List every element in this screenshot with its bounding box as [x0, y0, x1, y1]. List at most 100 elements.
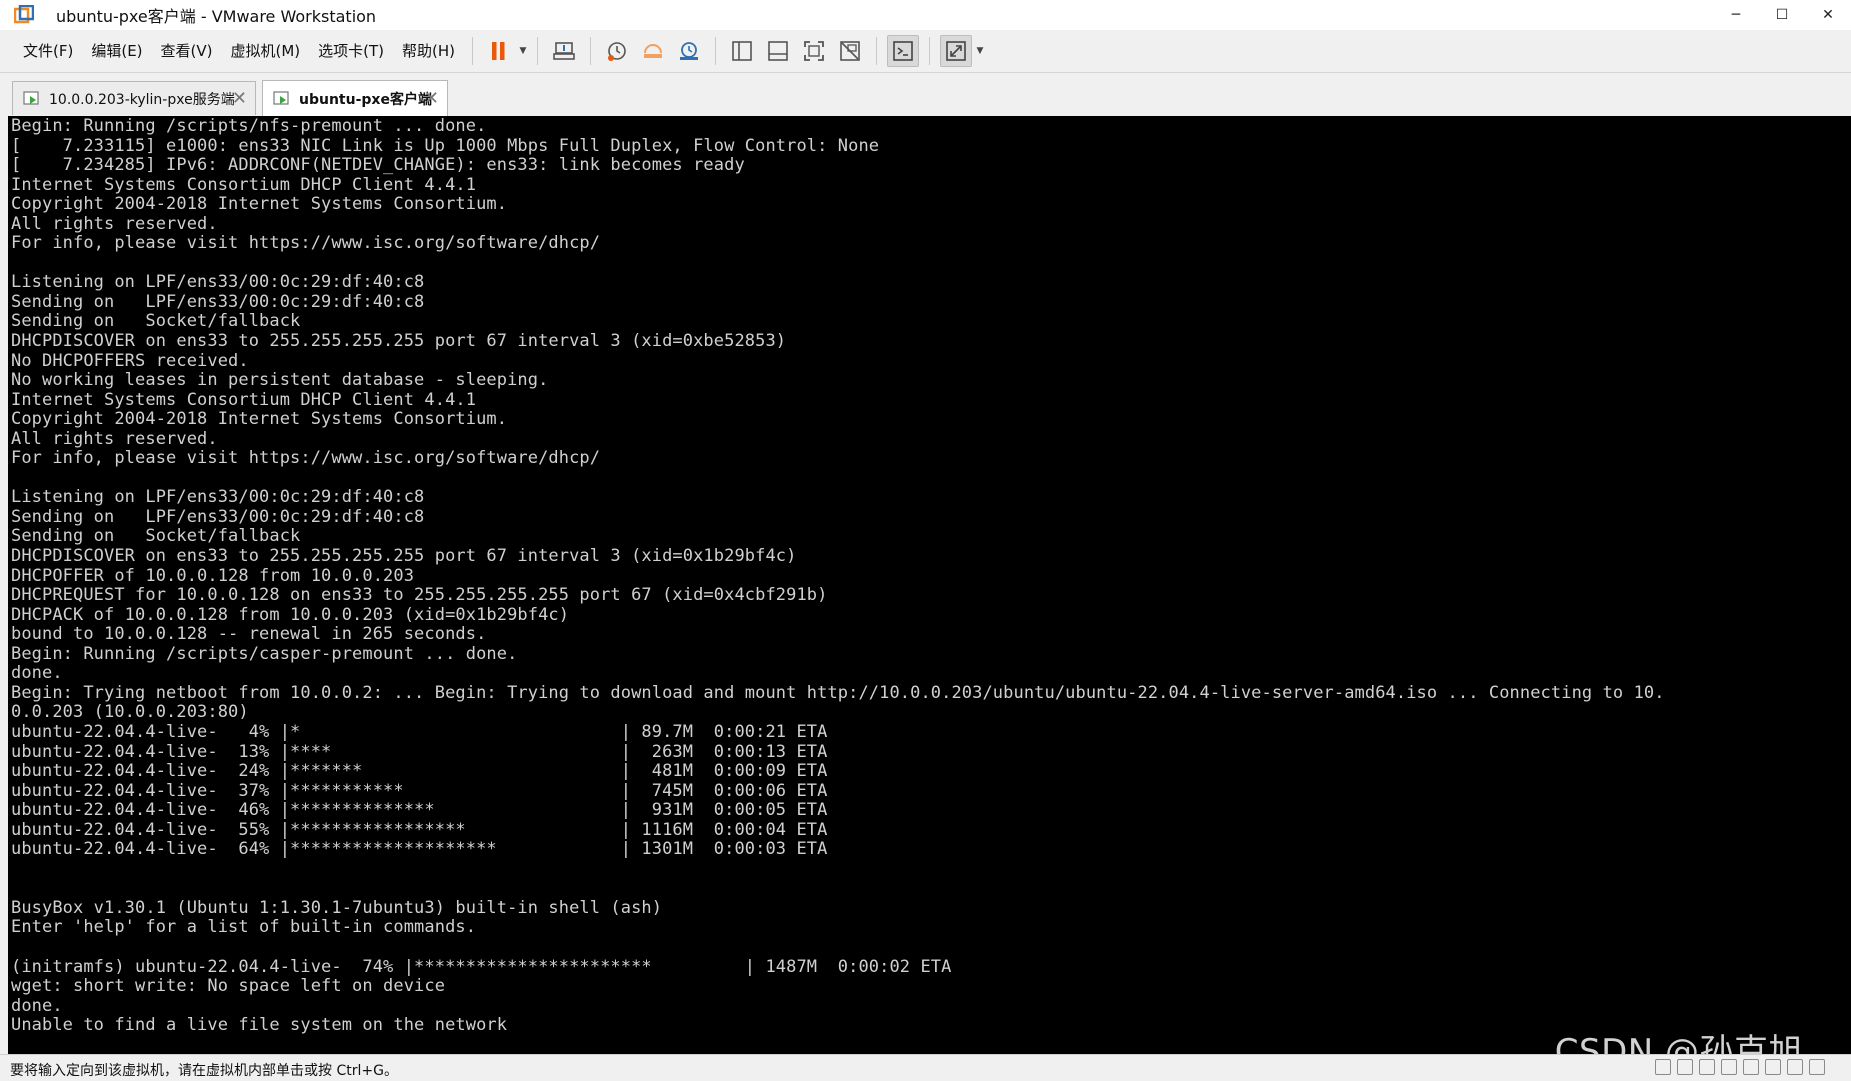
- menu-edit[interactable]: 编辑(E): [82, 36, 151, 66]
- console-line: Sending on Socket/fallback: [11, 311, 301, 332]
- console-line: Enter 'help' for a list of built-in comm…: [11, 917, 477, 938]
- library-icon[interactable]: [726, 35, 758, 67]
- console-line: No working leases in persistent database…: [11, 370, 549, 391]
- console-line: All rights reserved.: [11, 428, 218, 449]
- device-status-icons: [1655, 1059, 1825, 1075]
- console-line: ubuntu-22.04.4-live- 4% |* | 89.7M 0:00:…: [11, 721, 828, 742]
- menu-vm[interactable]: 虚拟机(M): [222, 36, 310, 66]
- console-line: bound to 10.0.0.128 -- renewal in 265 se…: [11, 624, 487, 645]
- console-line: done.: [11, 995, 63, 1016]
- console-line: [ 7.233115] e1000: ens33 NIC Link is Up …: [11, 135, 880, 156]
- console-line: done.: [11, 663, 63, 684]
- console-view-icon[interactable]: [887, 35, 920, 67]
- display-icon[interactable]: [1787, 1059, 1803, 1075]
- menu-file[interactable]: 文件(F): [14, 36, 82, 66]
- message-icon[interactable]: [1809, 1059, 1825, 1075]
- cd-icon[interactable]: [1677, 1059, 1693, 1075]
- status-bar: 要将输入定向到该虚拟机，请在虚拟机内部单击或按 Ctrl+G。: [0, 1054, 1851, 1081]
- console-line: [ 7.234285] IPv6: ADDRCONF(NETDEV_CHANGE…: [11, 155, 745, 176]
- toolbar-divider: [590, 37, 592, 65]
- hdd-icon[interactable]: [1655, 1059, 1671, 1075]
- vm-icon: [23, 90, 41, 108]
- console-line: Sending on LPF/ens33/00:0c:29:df:40:c8: [11, 506, 425, 527]
- console-line: wget: short write: No space left on devi…: [11, 976, 446, 997]
- console-line: Listening on LPF/ens33/00:0c:29:df:40:c8: [11, 487, 425, 508]
- maximize-button[interactable]: ☐: [1759, 0, 1805, 30]
- status-message: 要将输入定向到该虚拟机，请在虚拟机内部单击或按 Ctrl+G。: [10, 1063, 398, 1079]
- console-line: For info, please visit https://www.isc.o…: [11, 448, 601, 469]
- console-line: DHCPREQUEST for 10.0.0.128 on ens33 to 2…: [11, 585, 828, 606]
- console-line: ubuntu-22.04.4-live- 46% |**************…: [11, 800, 828, 821]
- send-ctrl-alt-del-icon[interactable]: [548, 35, 580, 67]
- fullscreen-icon[interactable]: [798, 35, 830, 67]
- vm-console[interactable]: Begin: Running /scripts/nfs-premount ...…: [8, 116, 1851, 1054]
- stretch-view-icon[interactable]: [940, 35, 973, 67]
- console-line: ubuntu-22.04.4-live- 64% |**************…: [11, 839, 828, 860]
- console-line: DHCPDISCOVER on ens33 to 255.255.255.255…: [11, 546, 797, 567]
- console-line: Internet Systems Consortium DHCP Client …: [11, 389, 477, 410]
- vm-icon: [273, 90, 291, 108]
- snapshot-icon[interactable]: [601, 35, 633, 67]
- chevron-down-icon[interactable]: ▼: [974, 35, 986, 67]
- console-line: Listening on LPF/ens33/00:0c:29:df:40:c8: [11, 272, 425, 293]
- revert-snapshot-icon[interactable]: [637, 35, 669, 67]
- toolbar-divider: [537, 37, 539, 65]
- thumbnail-bar-icon[interactable]: [762, 35, 794, 67]
- tab-label: ubuntu-pxe客户端: [299, 91, 432, 108]
- console-line: ubuntu-22.04.4-live- 24% |******* | 481M…: [11, 761, 828, 782]
- console-line: Begin: Trying netboot from 10.0.0.2: ...…: [11, 682, 1665, 703]
- console-line: DHCPDISCOVER on ens33 to 255.255.255.255…: [11, 331, 787, 352]
- menu-tabs[interactable]: 选项卡(T): [309, 36, 393, 66]
- tab-ubuntu-pxe-client[interactable]: ubuntu-pxe客户端 ✕: [262, 80, 448, 116]
- tab-bar: 10.0.0.203-kylin-pxe服务端 ✕ ubuntu-pxe客户端 …: [0, 72, 1851, 117]
- tab-label: 10.0.0.203-kylin-pxe服务端: [49, 91, 235, 108]
- console-line: Begin: Running /scripts/casper-premount …: [11, 643, 518, 664]
- console-line: Copyright 2004-2018 Internet Systems Con…: [11, 194, 508, 215]
- toolbar-divider: [876, 37, 878, 65]
- console-line: Internet Systems Consortium DHCP Client …: [11, 174, 477, 195]
- unity-icon[interactable]: [834, 35, 866, 67]
- close-icon[interactable]: ✕: [232, 88, 247, 109]
- console-line: ubuntu-22.04.4-live- 55% |**************…: [11, 819, 828, 840]
- console-line: For info, please visit https://www.isc.o…: [11, 233, 601, 254]
- printer-icon[interactable]: [1765, 1059, 1781, 1075]
- console-line: Sending on LPF/ens33/00:0c:29:df:40:c8: [11, 291, 425, 312]
- left-panel-edge: [0, 116, 8, 1054]
- menu-help[interactable]: 帮助(H): [393, 36, 464, 66]
- console-line: ubuntu-22.04.4-live- 13% |**** | 263M 0:…: [11, 741, 828, 762]
- close-icon[interactable]: ✕: [424, 88, 439, 109]
- usb-icon[interactable]: [1743, 1059, 1759, 1075]
- console-line: ubuntu-22.04.4-live- 37% |*********** | …: [11, 780, 828, 801]
- vmware-logo-icon: [13, 4, 35, 25]
- menu-view[interactable]: 查看(V): [152, 36, 222, 66]
- snapshot-manager-icon[interactable]: [673, 35, 705, 67]
- console-line: Sending on Socket/fallback: [11, 526, 301, 547]
- console-line: Begin: Running /scripts/nfs-premount ...…: [11, 116, 487, 136]
- toolbar-divider: [929, 37, 931, 65]
- toolbar-divider: [715, 37, 717, 65]
- menu-toolbar: 文件(F) 编辑(E) 查看(V) 虚拟机(M) 选项卡(T) 帮助(H) ▼ …: [0, 30, 1851, 72]
- console-line: BusyBox v1.30.1 (Ubuntu 1:1.30.1-7ubuntu…: [11, 897, 663, 918]
- window-title: ubuntu-pxe客户端 - VMware Workstation: [56, 7, 377, 26]
- console-line: DHCPOFFER of 10.0.0.128 from 10.0.0.203: [11, 565, 415, 586]
- console-line: No DHCPOFFERS received.: [11, 350, 249, 371]
- chevron-down-icon[interactable]: ▼: [517, 35, 529, 67]
- tab-kylin-pxe-server[interactable]: 10.0.0.203-kylin-pxe服务端 ✕: [12, 81, 256, 115]
- toolbar-divider: [472, 37, 474, 65]
- console-line: Copyright 2004-2018 Internet Systems Con…: [11, 409, 508, 430]
- title-bar: ubuntu-pxe客户端 - VMware Workstation ─ ☐ ✕: [0, 0, 1851, 30]
- network-icon[interactable]: [1699, 1059, 1715, 1075]
- console-line: 0.0.203 (10.0.0.203:80): [11, 702, 249, 723]
- sound-icon[interactable]: [1721, 1059, 1737, 1075]
- console-line: DHCPACK of 10.0.0.128 from 10.0.0.203 (x…: [11, 604, 570, 625]
- pause-icon[interactable]: [483, 35, 515, 67]
- console-line: (initramfs) ubuntu-22.04.4-live- 74% |**…: [11, 956, 952, 977]
- console-output: Begin: Running /scripts/nfs-premount ...…: [8, 116, 1851, 1036]
- close-button[interactable]: ✕: [1805, 0, 1851, 30]
- minimize-button[interactable]: ─: [1713, 0, 1759, 30]
